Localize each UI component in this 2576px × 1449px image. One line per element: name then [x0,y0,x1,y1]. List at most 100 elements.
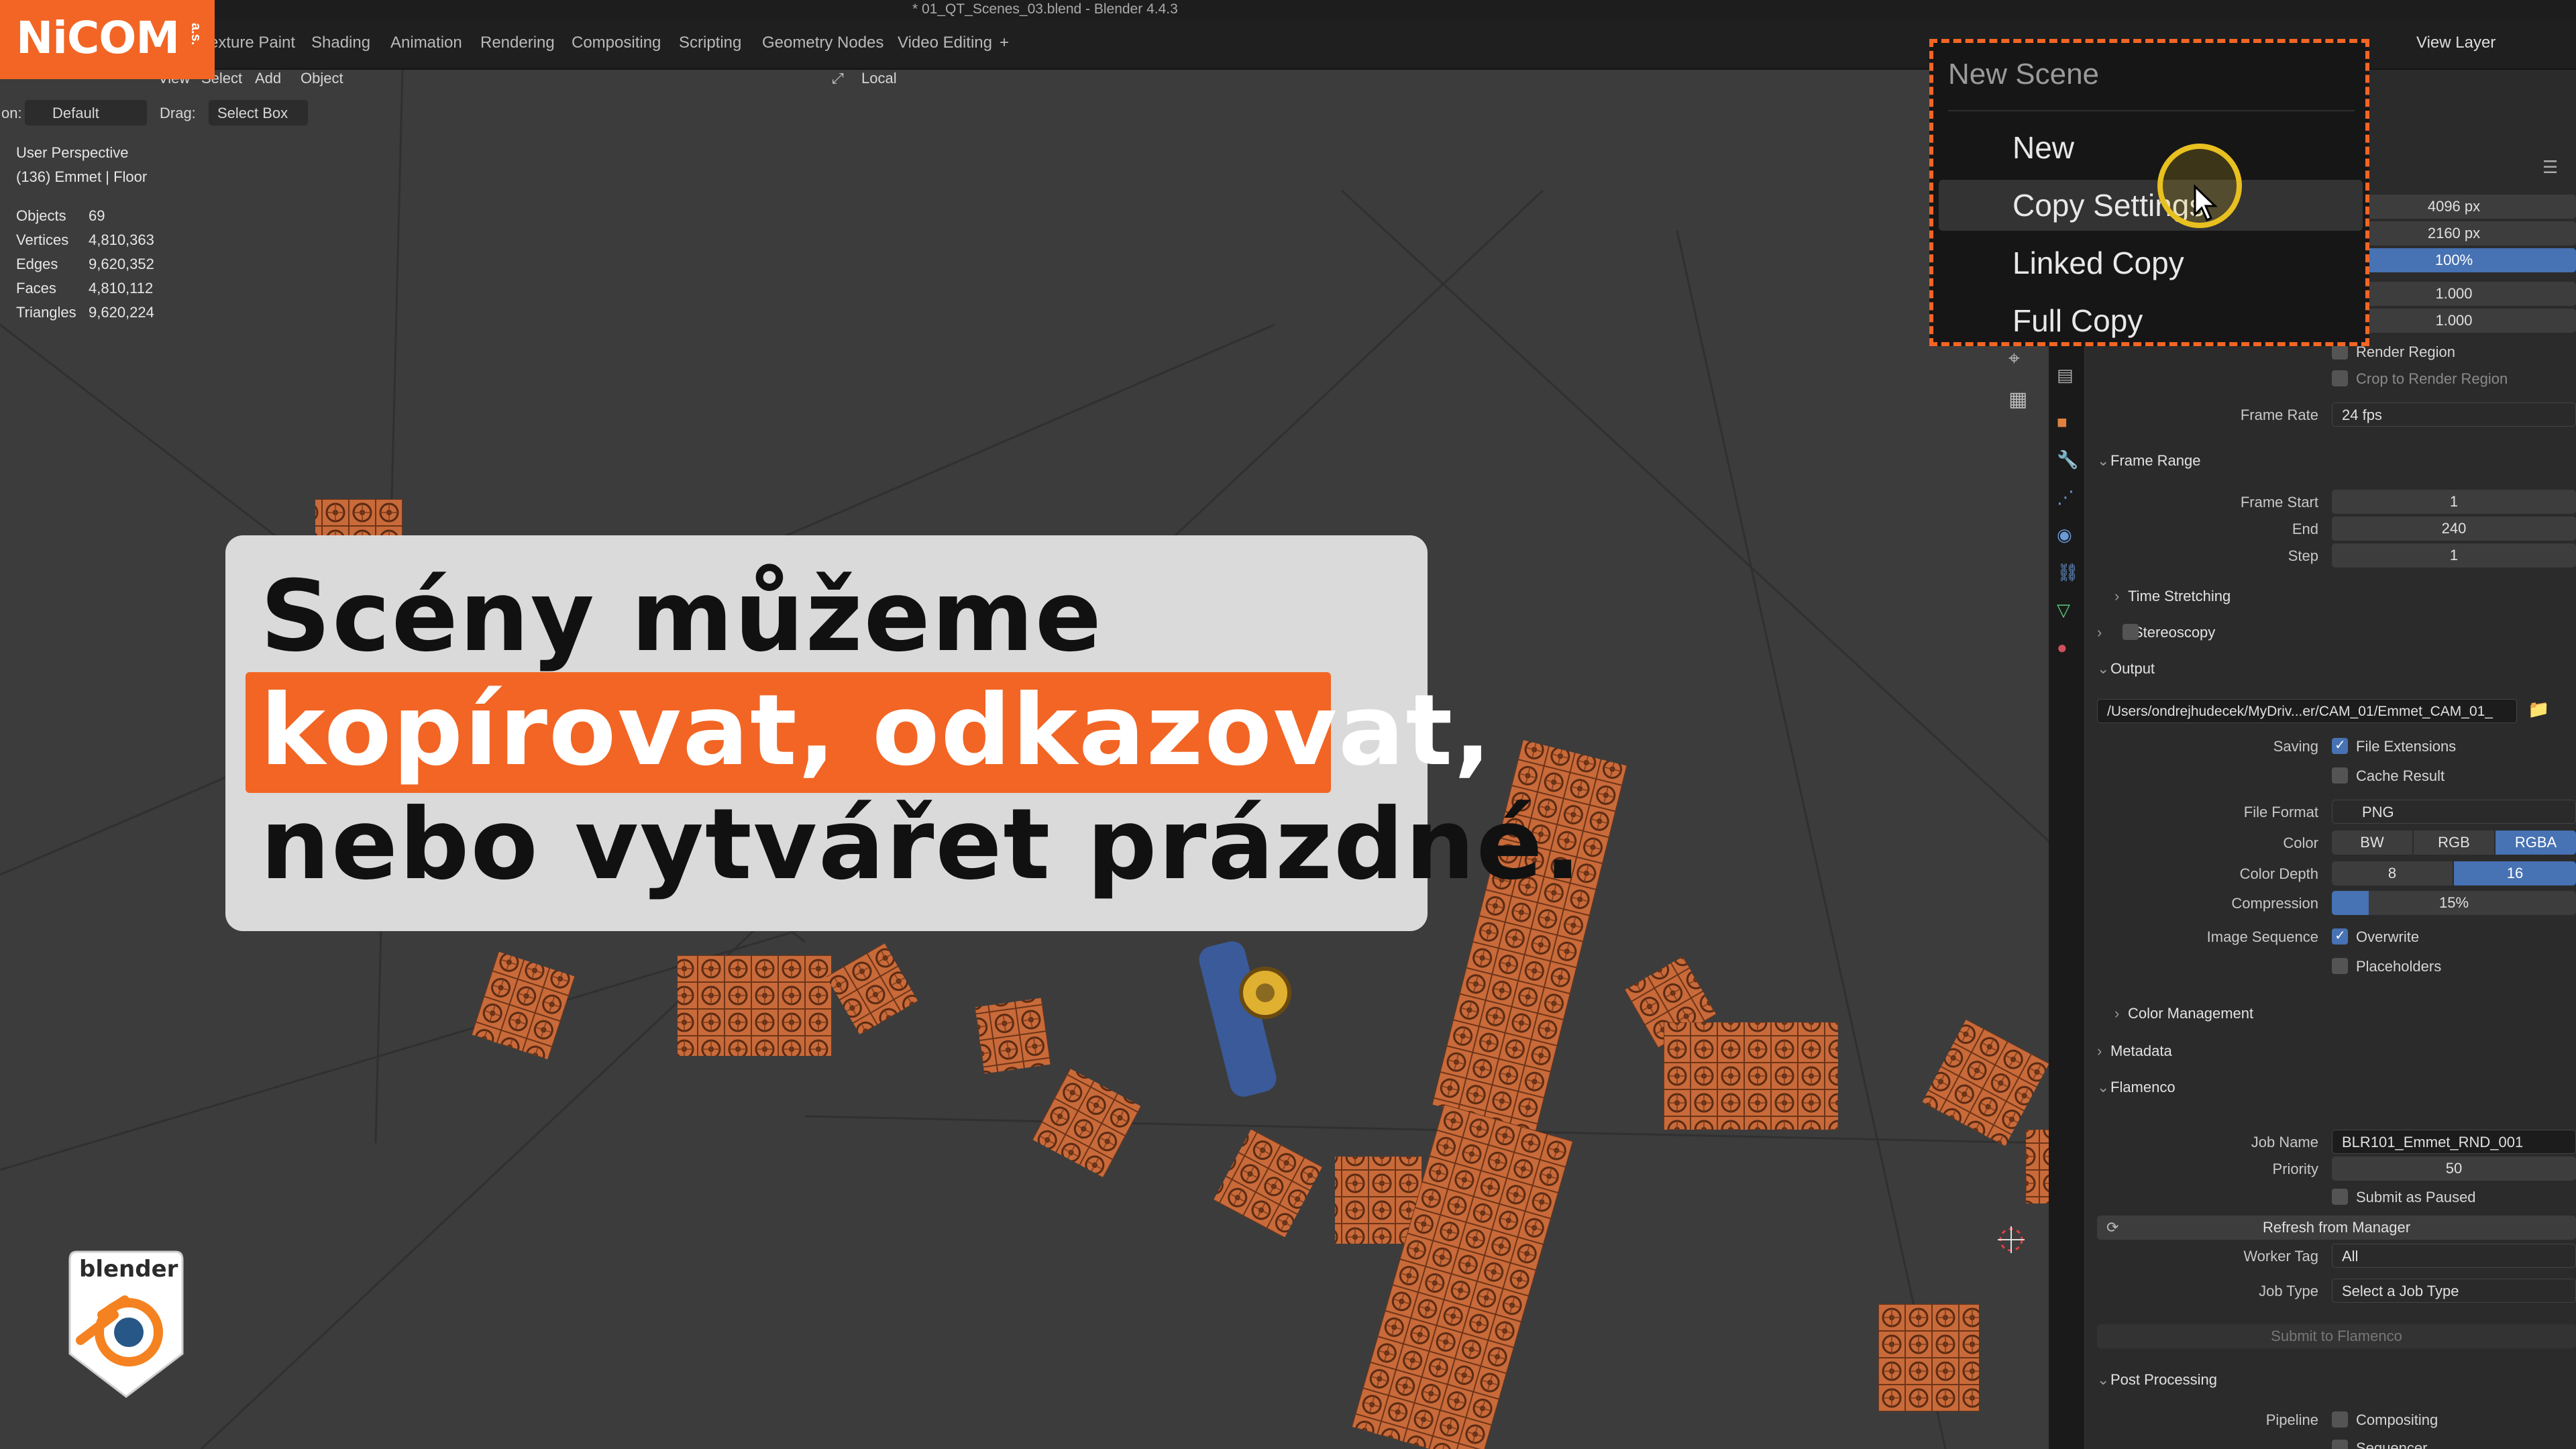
submit-paused-checkbox[interactable] [2332,1189,2348,1205]
priority-field[interactable]: 50 [2332,1157,2576,1181]
tab-material-icon[interactable]: ● [2057,637,2068,658]
refresh-from-manager-button[interactable]: ⟳ Refresh from Manager [2097,1216,2576,1240]
folder-icon[interactable]: 📁 [2528,699,2549,720]
output-title: Output [2110,660,2155,677]
tab-physics-icon[interactable]: ◉ [2057,525,2072,545]
color-bw-option[interactable]: BW [2332,830,2412,855]
tab-data-icon[interactable]: ▽ [2057,600,2070,621]
tab-compositing[interactable]: Compositing [572,34,661,52]
frame-end-field[interactable]: 240 [2332,517,2576,541]
priority-label: Priority [2272,1161,2318,1177]
file-extensions-checkbox[interactable] [2332,737,2348,754]
brand-suffix: a.s. [189,23,203,46]
job-name-label: Job Name [2251,1134,2318,1150]
tab-scripting[interactable]: Scripting [679,34,741,52]
chevron-right-icon: › [2114,588,2120,604]
refresh-label: Refresh from Manager [2262,1219,2411,1236]
stat-value: 4,810,363 [89,231,154,248]
tab-modifier-icon[interactable]: 🔧 [2057,449,2078,470]
menu-item-new[interactable]: New [1939,122,2363,173]
view-layer-label[interactable]: View Layer [2416,34,2496,52]
menu-add[interactable]: Add [255,70,281,87]
frame-rate-dropdown[interactable]: 24 fps [2332,402,2576,427]
submit-to-flamenco-button[interactable]: Submit to Flamenco [2097,1324,2576,1348]
pivot-icon[interactable]: ⤢ [832,70,844,87]
frame-start-field[interactable]: 1 [2332,490,2576,514]
overwrite-checkbox[interactable] [2332,927,2348,945]
compositing-checkbox[interactable] [2332,1411,2348,1428]
menu-item-linked-copy[interactable]: Linked Copy [1939,237,2363,288]
depth-8-option[interactable]: 8 [2332,861,2453,885]
tab-animation[interactable]: Animation [390,34,462,52]
tab-rendering[interactable]: Rendering [480,34,555,52]
tab-constraints-icon[interactable]: ⛓ [2057,562,2079,583]
stereoscopy-panel[interactable]: › Stereoscopy [2097,624,2215,641]
flamenco-panel[interactable]: ⌄Flamenco [2097,1079,2176,1096]
output-path-field[interactable]: /Users/ondrejhudecek/MyDriv...er/CAM_01/… [2097,699,2517,723]
output-panel[interactable]: ⌄Output [2097,660,2155,678]
metadata-panel[interactable]: › Metadata [2097,1042,2172,1060]
file-extensions-label: File Extensions [2356,738,2457,755]
list-view-icon[interactable]: ☰ [2542,157,2558,178]
add-workspace-button[interactable]: + [1000,34,1009,52]
tab-view-layer-icon[interactable]: ▤ [2057,365,2074,386]
stat-label: Faces [16,280,56,297]
job-name-field[interactable]: BLR101_Emmet_RND_001 [2332,1130,2576,1154]
frame-step-field[interactable]: 1 [2332,543,2576,568]
menu-item-copy-settings[interactable]: Copy Settings [1939,180,2363,231]
color-rgba-option[interactable]: RGBA [2496,830,2576,855]
tab-particles-icon[interactable]: ⋰ [2057,487,2074,508]
chevron-right-icon: › [2114,1005,2120,1022]
color-management-panel[interactable]: › Color Management [2114,1005,2253,1022]
ortho-toggle-icon[interactable]: ▦ [2008,388,2027,411]
stereoscopy-checkbox[interactable] [2123,624,2139,640]
tab-texture-paint[interactable]: Texture Paint [201,34,295,52]
stereoscopy-title: Stereoscopy [2133,624,2216,641]
file-format-label: File Format [2243,804,2318,820]
tab-video-editing[interactable]: Video Editing [898,34,992,52]
chevron-right-icon: › [2097,624,2102,641]
stat-label: Objects [16,207,66,224]
color-label: Color [2283,835,2318,851]
color-rgb-option[interactable]: RGB [2414,830,2494,855]
placeholders-checkbox[interactable] [2332,958,2348,974]
saving-label: Saving [2273,738,2318,755]
camera-view-icon[interactable]: ⌖ [2008,347,2020,370]
frame-range-panel[interactable]: ⌄Frame Range [2097,452,2201,470]
object-context: (136) Emmet | Floor [16,168,148,185]
transform-pivot-value[interactable]: Local [861,70,897,87]
brand-name: NiCOM [16,12,180,64]
render-region-label: Render Region [2356,343,2455,360]
stat-label: Triangles [16,304,76,321]
3d-cursor-icon [1998,1226,2025,1253]
tab-geometry-nodes[interactable]: Geometry Nodes [762,34,883,52]
compression-slider[interactable]: 15% [2332,891,2576,915]
frame-range-title: Frame Range [2110,452,2201,469]
tab-shading[interactable]: Shading [311,34,370,52]
blender-wordmark: blender [79,1256,178,1283]
time-stretching-panel[interactable]: › Time Stretching [2114,588,2231,605]
compression-fill [2332,891,2369,915]
menu-object[interactable]: Object [301,70,343,87]
tab-object-icon[interactable]: ■ [2057,412,2068,433]
window-title: * 01_QT_Scenes_03.blend - Blender 4.4.3 [912,1,1178,17]
drag-value: Select Box [217,105,288,121]
sequencer-checkbox[interactable] [2332,1440,2348,1449]
frame-rate-label: Frame Rate [2240,407,2318,423]
cache-result-checkbox[interactable] [2332,767,2348,784]
placeholders-label: Placeholders [2356,958,2442,975]
menu-item-full-copy[interactable]: Full Copy [1939,295,2363,346]
depth-16-option[interactable]: 16 [2454,861,2576,885]
crop-region-checkbox[interactable] [2332,370,2348,386]
new-scene-menu: New Scene New Copy Settings Linked Copy … [1929,39,2369,346]
emmet-figure[interactable] [1196,938,1291,1099]
job-type-dropdown[interactable]: Select a Job Type [2332,1279,2576,1303]
worker-tag-dropdown[interactable]: All [2332,1244,2576,1268]
post-processing-panel[interactable]: ⌄Post Processing [2097,1371,2217,1389]
stat-value: 9,620,224 [89,304,154,321]
file-format-dropdown[interactable]: PNG [2332,800,2576,824]
orientation-label: on: [1,105,22,121]
stat-value: 69 [89,207,105,224]
caption-line-3: nebo vytvářet prázdné. [260,788,1583,902]
crop-region-label: Crop to Render Region [2356,370,2508,387]
